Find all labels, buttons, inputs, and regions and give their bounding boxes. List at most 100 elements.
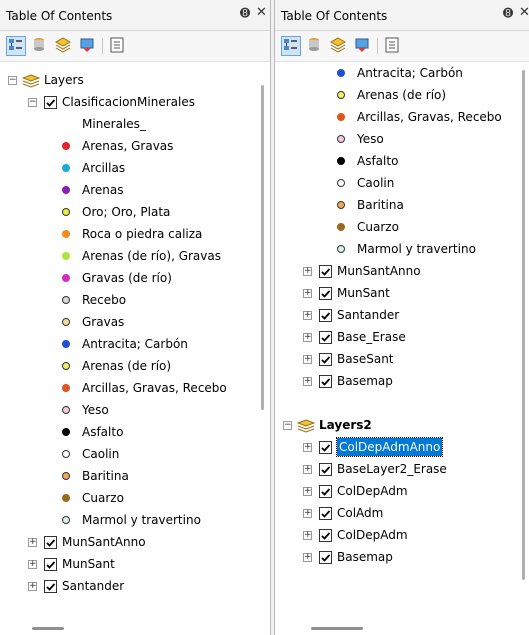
layer-visibility-checkbox[interactable]	[44, 536, 57, 549]
tree-row[interactable]: Yeso	[0, 399, 270, 421]
expand-expander[interactable]: +	[303, 377, 312, 386]
list-by-drawing-order-icon[interactable]	[281, 36, 301, 56]
tree-row[interactable]: + Basemap	[275, 546, 529, 568]
layer-visibility-checkbox[interactable]	[319, 507, 332, 520]
list-by-source-icon[interactable]	[30, 36, 50, 56]
tree-row[interactable]: Recebo	[0, 289, 270, 311]
toc-titlebar[interactable]: Table Of Contents ➑ ✕	[275, 0, 529, 31]
tree-row[interactable]: Arenas (de río)	[0, 355, 270, 377]
layer-name[interactable]: Basemap	[337, 370, 393, 392]
tree-row[interactable]: Marmol y travertino	[0, 509, 270, 531]
layer-name[interactable]: MunSantAnno	[62, 531, 146, 553]
list-by-source-icon[interactable]	[305, 36, 325, 56]
layer-name[interactable]: MunSant	[337, 282, 390, 304]
tree-row[interactable]: Gravas (de río)	[0, 267, 270, 289]
tree-row[interactable]: Roca o piedra caliza	[0, 223, 270, 245]
close-icon[interactable]: ✕	[519, 5, 529, 20]
tree-row[interactable]: Arcillas	[0, 157, 270, 179]
tree-row[interactable]: Caolin	[275, 172, 529, 194]
tree-row[interactable]: + Basemap	[275, 370, 529, 392]
layer-name[interactable]: MunSantAnno	[337, 260, 421, 282]
layer-visibility-checkbox[interactable]	[44, 558, 57, 571]
layer-visibility-checkbox[interactable]	[319, 375, 332, 388]
tree-row[interactable]: Asfalto	[275, 150, 529, 172]
tree-row[interactable]: Arcillas, Gravas, Recebo	[275, 106, 529, 128]
layer-visibility-checkbox[interactable]	[319, 353, 332, 366]
layer-visibility-checkbox[interactable]	[44, 580, 57, 593]
tree-row[interactable]: Arenas, Gravas	[0, 135, 270, 157]
layer-name[interactable]: BaseSant	[337, 348, 394, 370]
tree-row[interactable]: + MunSantAnno	[275, 260, 529, 282]
layer-visibility-checkbox[interactable]	[319, 529, 332, 542]
layer-visibility-checkbox[interactable]	[319, 441, 332, 454]
tree-row[interactable]: + Base_Erase	[275, 326, 529, 348]
collapse-expander[interactable]: −	[28, 98, 37, 107]
expand-expander[interactable]: +	[303, 289, 312, 298]
tree-row[interactable]: + ColAdm	[275, 502, 529, 524]
layer-name[interactable]: ColAdm	[337, 502, 383, 524]
layer-visibility-checkbox[interactable]	[319, 287, 332, 300]
collapse-expander[interactable]: −	[8, 76, 17, 85]
tree-row[interactable]: + MunSant	[0, 553, 270, 575]
tree-row[interactable]: + ColDepAdm	[275, 480, 529, 502]
tree-row[interactable]: + Santander	[275, 304, 529, 326]
options-icon[interactable]	[383, 36, 403, 56]
expand-expander[interactable]: +	[28, 582, 37, 591]
tree-row[interactable]: Cuarzo	[0, 487, 270, 509]
options-icon[interactable]	[108, 36, 128, 56]
tree-row[interactable]: + Santander	[0, 575, 270, 597]
tree-row[interactable]: Arenas	[0, 179, 270, 201]
vertical-scrollbar[interactable]	[261, 85, 264, 410]
tree-row[interactable]: − ClasificacionMinerales	[0, 91, 270, 113]
expand-expander[interactable]: +	[303, 531, 312, 540]
layer-visibility-checkbox[interactable]	[319, 309, 332, 322]
expand-expander[interactable]: +	[303, 487, 312, 496]
layer-visibility-checkbox[interactable]	[319, 551, 332, 564]
layer-name[interactable]: ColDepAdm	[337, 524, 408, 546]
layer-visibility-checkbox[interactable]	[319, 485, 332, 498]
layer-visibility-checkbox[interactable]	[319, 265, 332, 278]
layer-name[interactable]: Santander	[337, 304, 399, 326]
horizontal-scrollbar[interactable]	[311, 627, 363, 630]
collapse-expander[interactable]: −	[283, 421, 292, 430]
expand-expander[interactable]: +	[303, 465, 312, 474]
layer-name[interactable]: ColDepAdmAnno	[335, 437, 444, 457]
vertical-scrollbar[interactable]	[522, 70, 525, 580]
list-by-selection-icon[interactable]	[353, 36, 373, 56]
expand-expander[interactable]: +	[28, 560, 37, 569]
layer-name[interactable]: ColDepAdm	[337, 480, 408, 502]
tree-row[interactable]: Caolin	[0, 443, 270, 465]
tree-row[interactable]: Arcillas, Gravas, Recebo	[0, 377, 270, 399]
layer-name[interactable]: Santander	[62, 575, 124, 597]
expand-expander[interactable]: +	[303, 333, 312, 342]
tree-row[interactable]: + ColDepAdmAnno	[275, 436, 529, 458]
tree-row[interactable]: Arenas (de río)	[275, 84, 529, 106]
horizontal-scrollbar[interactable]	[32, 627, 64, 630]
pin-icon[interactable]: ➑	[240, 6, 250, 20]
tree-row[interactable]: + BaseLayer2_Erase	[275, 458, 529, 480]
layer-name[interactable]: MunSant	[62, 553, 115, 575]
expand-expander[interactable]: +	[303, 311, 312, 320]
expand-expander[interactable]: +	[303, 355, 312, 364]
tree-row[interactable]: Arenas (de río), Gravas	[0, 245, 270, 267]
expand-expander[interactable]: +	[28, 538, 37, 547]
tree-row[interactable]: Asfalto	[0, 421, 270, 443]
tree-row[interactable]: Baritina	[275, 194, 529, 216]
close-icon[interactable]: ✕	[256, 5, 267, 20]
tree-row[interactable]: + BaseSant	[275, 348, 529, 370]
tree-row[interactable]: Baritina	[0, 465, 270, 487]
layer-name[interactable]: Basemap	[337, 546, 393, 568]
tree-row[interactable]: Yeso	[275, 128, 529, 150]
layer-visibility-checkbox[interactable]	[319, 463, 332, 476]
tree-row[interactable]: Antracita; Carbón	[275, 62, 529, 84]
layer-name[interactable]: BaseLayer2_Erase	[337, 458, 447, 480]
expand-expander[interactable]: +	[303, 443, 312, 452]
tree-row[interactable]: Gravas	[0, 311, 270, 333]
expand-expander[interactable]: +	[303, 509, 312, 518]
list-by-visibility-icon[interactable]	[54, 36, 74, 56]
list-by-drawing-order-icon[interactable]	[6, 36, 26, 56]
layer-name[interactable]: Base_Erase	[337, 326, 406, 348]
pin-icon[interactable]: ➑	[503, 6, 513, 20]
expand-expander[interactable]: +	[303, 553, 312, 562]
list-by-selection-icon[interactable]	[78, 36, 98, 56]
